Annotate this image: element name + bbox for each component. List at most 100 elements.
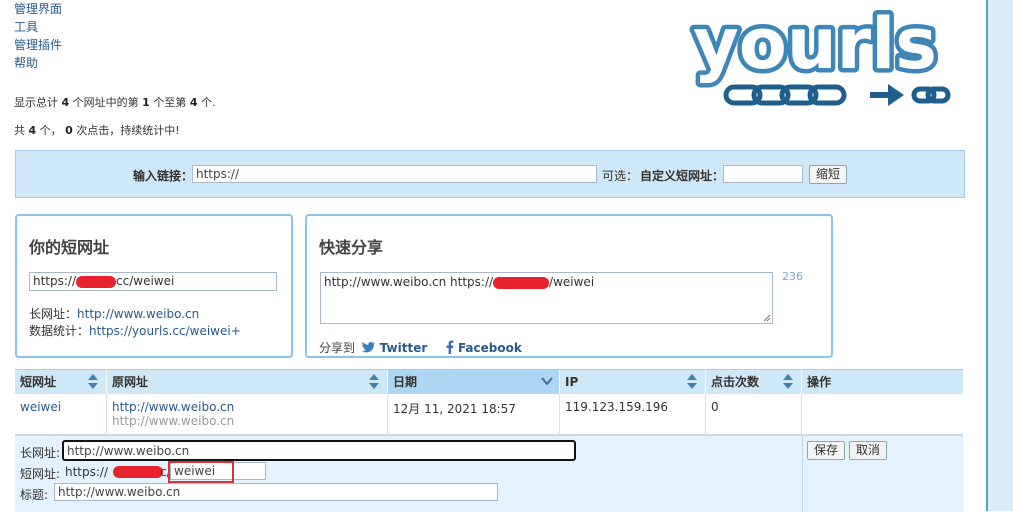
redaction-mark <box>493 276 550 289</box>
date-value: 12月 11, 2021 18:57 <box>393 402 516 416</box>
share-text-suffix: /weiwei <box>549 275 595 289</box>
info-from: 1 <box>142 96 150 109</box>
sort-descending-icon <box>541 377 553 386</box>
redaction-mark <box>113 466 163 478</box>
nav-admin-link[interactable]: 管理界面 <box>14 0 62 18</box>
nav-plugins-link[interactable]: 管理插件 <box>14 36 62 54</box>
column-header-label: 原网址 <box>112 375 149 389</box>
cell-clicks: 0 <box>706 394 802 434</box>
optional-label: 可选： <box>602 169 639 183</box>
column-divider <box>802 436 803 512</box>
logo-arrow-icon <box>870 84 904 106</box>
sort-icon <box>88 373 98 391</box>
column-header-label: 短网址 <box>20 375 57 389</box>
save-button[interactable]: 保存 <box>807 441 846 460</box>
quick-share-panel: 快速分享 http://www.weibo.cn https:// /weiwei… <box>305 214 833 358</box>
redaction-mark <box>76 275 117 288</box>
stats-link[interactable]: https://yourls.cc/weiwei+ <box>89 324 241 338</box>
long-url-line: 长网址：http://www.weibo.cn <box>29 305 199 322</box>
facebook-icon <box>446 340 454 354</box>
nav-tools-link[interactable]: 工具 <box>14 18 62 36</box>
info-text: 个. <box>200 96 216 109</box>
column-header-original-url[interactable]: 原网址 <box>107 370 388 394</box>
edit-short-url-label: 短网址: <box>20 467 61 481</box>
new-url-label: 输入链接： <box>133 169 194 183</box>
top-nav: 管理界面 工具 管理插件 帮助 <box>14 0 62 72</box>
new-url-form: 输入链接： 可选： 自定义短网址： 缩短 <box>15 150 965 198</box>
char-counter: 236 <box>782 270 803 283</box>
column-header-clicks[interactable]: 点击次数 <box>706 370 802 394</box>
facebook-share-link[interactable]: Facebook <box>445 340 522 355</box>
info-clicks: 0 <box>65 124 73 137</box>
sort-icon <box>687 373 697 391</box>
short-url-link[interactable]: weiwei <box>20 400 61 414</box>
column-header-label: 日期 <box>393 375 418 389</box>
edit-keyword-input[interactable] <box>170 462 266 480</box>
twitter-label: Twitter <box>379 341 428 355</box>
column-header-date[interactable]: 日期 <box>388 370 560 394</box>
short-url-prefix: https:// <box>33 274 77 288</box>
info-text: 显示总计 <box>14 96 58 109</box>
cell-actions <box>802 394 963 434</box>
clicks-value: 0 <box>711 400 719 414</box>
pagination-info: 显示总计 4 个网址中的第 1 个至第 4 个. <box>14 94 215 110</box>
short-url-suffix: cc/weiwei <box>116 274 175 288</box>
right-scroll-panel <box>986 0 1013 511</box>
long-url-link[interactable]: http://www.weibo.cn <box>77 307 199 321</box>
info-total: 4 <box>61 96 70 109</box>
column-header-short-url[interactable]: 短网址 <box>15 370 107 394</box>
edit-long-url-input[interactable] <box>62 440 576 461</box>
cancel-button[interactable]: 取消 <box>849 441 888 460</box>
long-url-label: 长网址： <box>29 307 78 321</box>
share-text-prefix: http://www.weibo.cn https:// <box>324 275 494 289</box>
original-url-link[interactable]: http://www.weibo.cn <box>112 400 382 414</box>
info-text: 共 <box>14 124 25 137</box>
stats-label: 数据统计： <box>29 324 90 338</box>
your-short-url-panel: 你的短网址 https:// cc/weiwei 长网址：http://www.w… <box>15 214 293 358</box>
cell-original-url: http://www.weibo.cn http://www.weibo.cn <box>107 394 388 434</box>
column-header-label: 点击次数 <box>711 375 760 389</box>
ip-value: 119.123.159.196 <box>565 400 669 414</box>
cell-short-url: weiwei <box>15 394 107 434</box>
short-url-display[interactable]: https:// cc/weiwei <box>29 272 277 291</box>
info-to: 4 <box>189 96 198 109</box>
info-text: 次点击，持续统计中! <box>76 124 180 137</box>
column-header-label: 操作 <box>807 375 832 389</box>
column-header-ip[interactable]: IP <box>560 370 706 394</box>
edit-title-label: 标题: <box>20 488 49 502</box>
share-links: 分享到 Twitter Facebook <box>319 339 522 356</box>
column-header-actions: 操作 <box>802 370 963 394</box>
shorten-button[interactable]: 缩短 <box>809 165 848 184</box>
edit-row: 长网址: 短网址: https:// c/ 标题: 保存 取消 <box>15 435 963 512</box>
info-text: 个至第 <box>153 96 187 109</box>
info-text: 个网址中的第 <box>72 96 139 109</box>
custom-keyword-input[interactable] <box>723 165 803 183</box>
url-table-header: 短网址 原网址 日期 IP 点击次数 操作 <box>15 369 963 395</box>
custom-keyword-label: 自定义短网址： <box>640 169 725 183</box>
info-text: 个， <box>39 124 62 137</box>
twitter-icon <box>361 341 375 353</box>
sort-icon <box>369 373 379 391</box>
sort-icon <box>783 373 793 391</box>
share-textarea[interactable]: http://www.weibo.cn https:// /weiwei <box>320 272 773 324</box>
facebook-label: Facebook <box>457 341 522 355</box>
info-count: 4 <box>28 124 37 137</box>
logo-wordmark: yourls <box>693 3 937 85</box>
twitter-share-link[interactable]: Twitter <box>361 341 427 355</box>
edit-short-url-prefix: https:// <box>65 465 109 479</box>
table-row: weiwei http://www.weibo.cn http://www.we… <box>15 394 963 435</box>
edit-long-url-label: 长网址: <box>20 446 61 460</box>
yourls-logo[interactable]: yourls <box>662 0 968 112</box>
stats-line: 数据统计：https://yourls.cc/weiwei+ <box>29 322 241 339</box>
new-url-input[interactable] <box>192 165 597 183</box>
quick-share-title: 快速分享 <box>319 238 384 257</box>
share-to-label: 分享到 <box>319 341 356 355</box>
edit-title-input[interactable] <box>54 483 498 501</box>
logo-chain-icon <box>723 84 951 106</box>
your-short-url-title: 你的短网址 <box>29 238 110 257</box>
resize-handle-icon[interactable] <box>763 314 771 322</box>
column-header-label: IP <box>565 375 579 389</box>
cell-date: 12月 11, 2021 18:57 <box>388 394 560 434</box>
original-url-title: http://www.weibo.cn <box>112 414 235 428</box>
nav-help-link[interactable]: 帮助 <box>14 54 62 72</box>
